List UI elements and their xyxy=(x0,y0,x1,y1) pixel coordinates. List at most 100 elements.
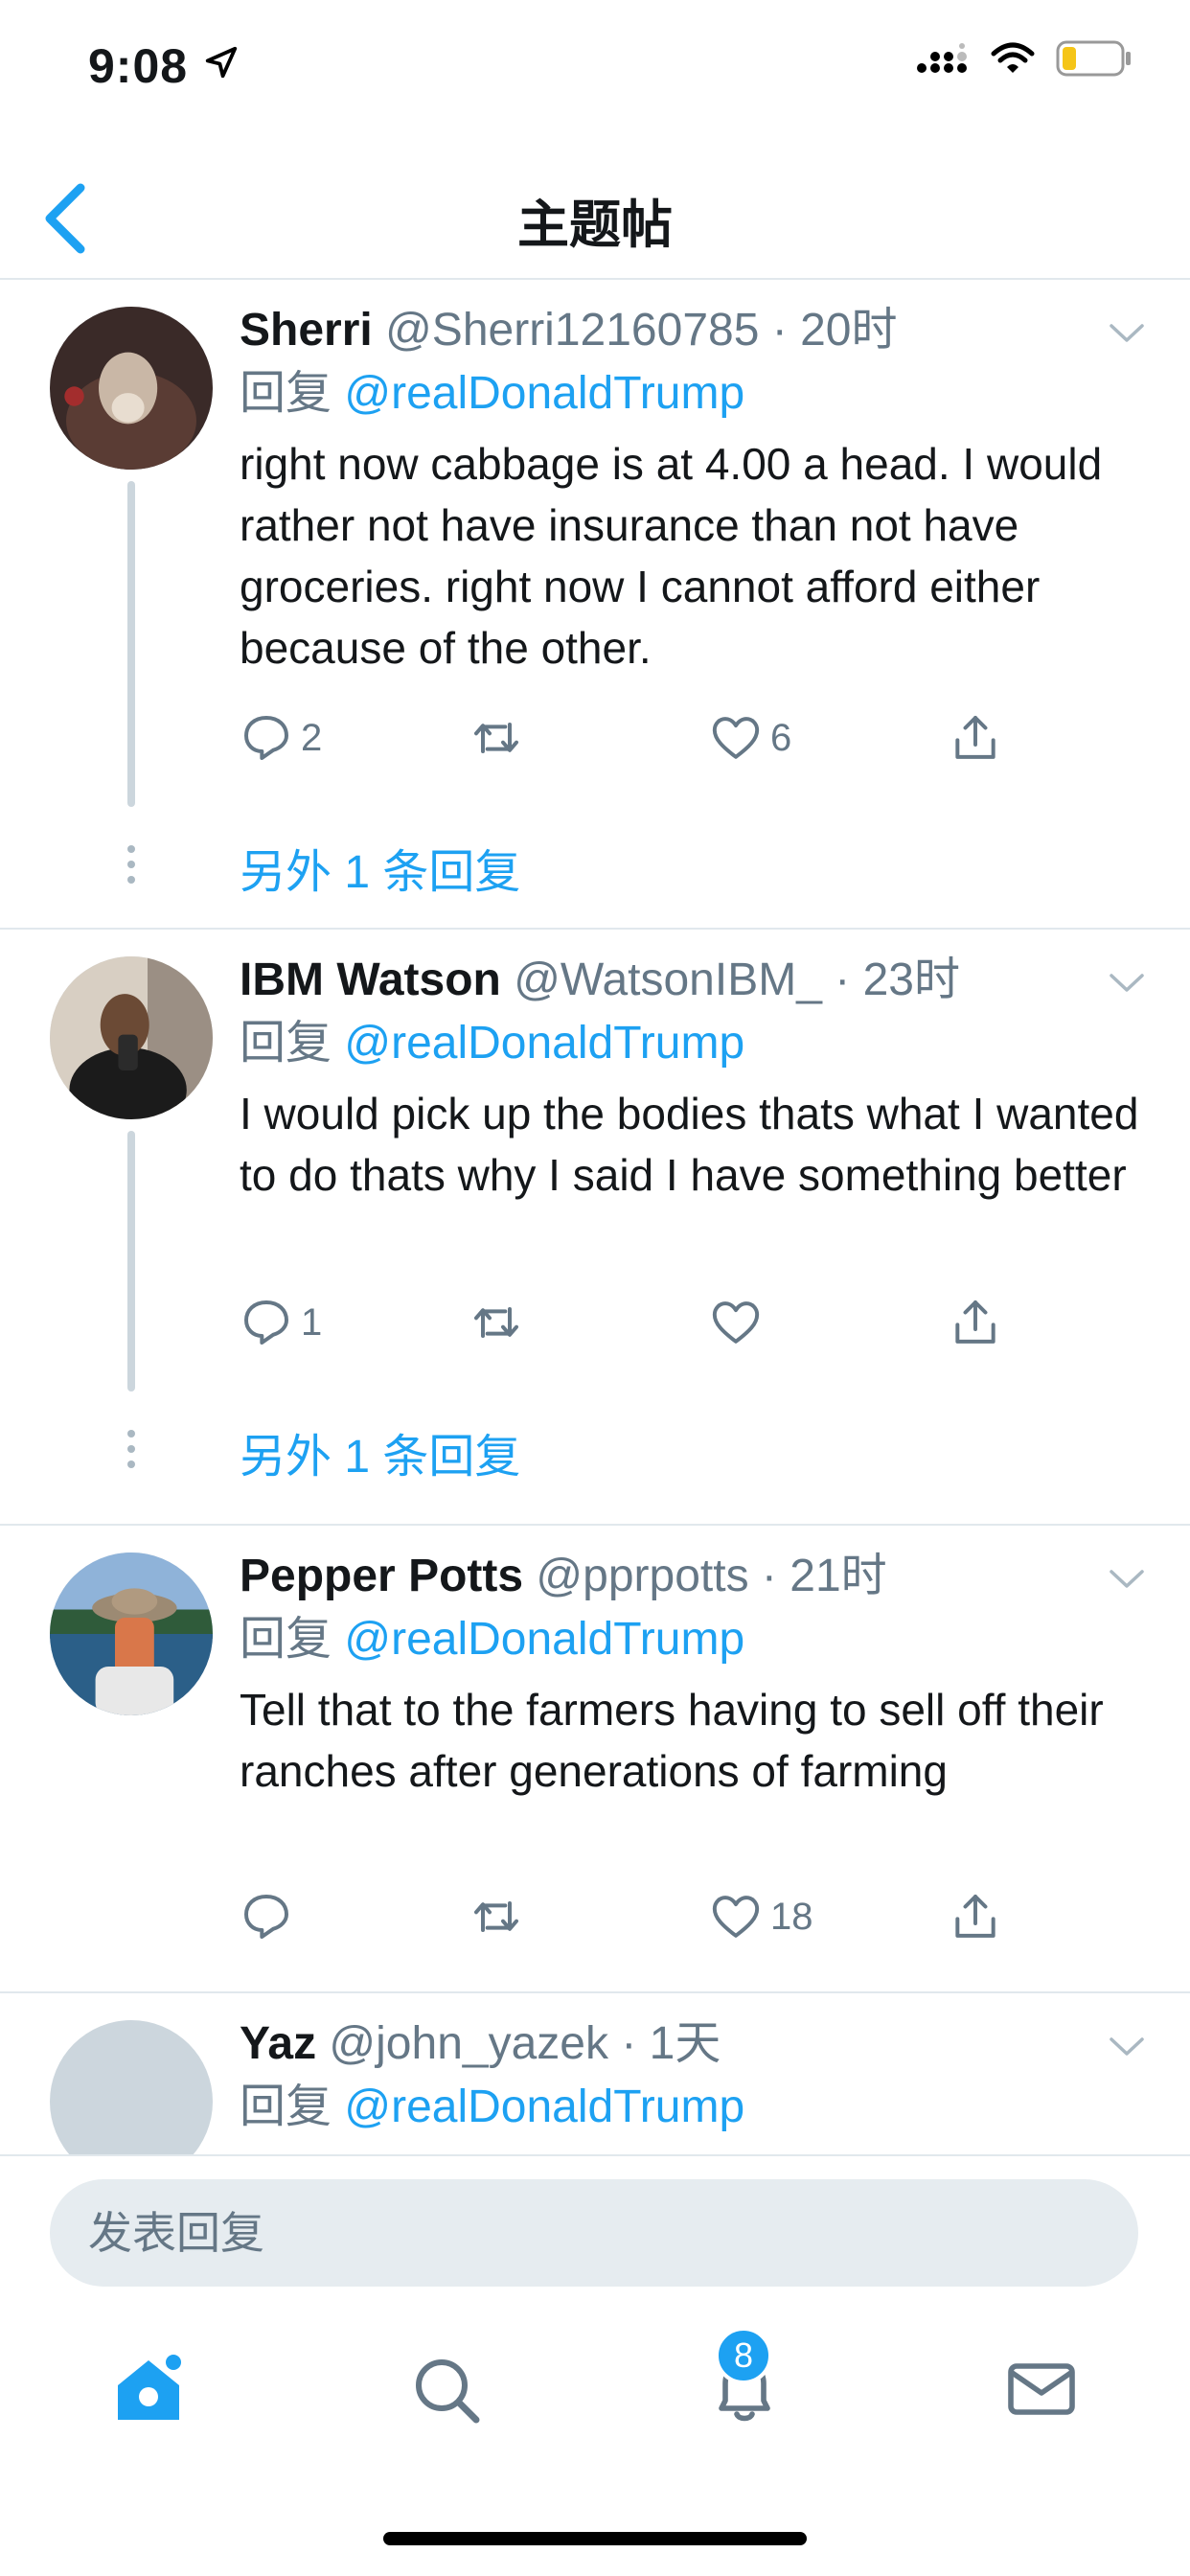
reply-icon xyxy=(244,1895,288,1939)
reply-prefix: 回复 xyxy=(240,368,332,419)
chevron-down-icon[interactable] xyxy=(1108,1568,1146,1591)
tweet-actions: 18 xyxy=(240,1890,1102,1957)
notifications-badge: 8 xyxy=(715,2327,772,2384)
thread-connector xyxy=(127,481,135,807)
heart-icon xyxy=(712,1301,760,1344)
tweet-content: Sherri @Sherri12160785 · 20时 回复 @realDon… xyxy=(240,299,1152,678)
page-title: 主题帖 xyxy=(517,196,673,254)
thread-connector xyxy=(127,1131,135,1392)
author-name[interactable]: Sherri xyxy=(240,305,373,356)
avatar[interactable] xyxy=(50,956,213,1119)
like-button[interactable] xyxy=(709,1296,770,1349)
reply-input[interactable] xyxy=(50,2179,1138,2287)
reply-button[interactable]: 2 xyxy=(240,711,322,765)
like-count: 18 xyxy=(770,1895,813,1938)
tweet-text: Tell that to the farmers having to sell … xyxy=(240,1685,1104,1796)
thread-more-dots xyxy=(125,845,138,891)
avatar[interactable] xyxy=(50,307,213,470)
battery-icon xyxy=(1056,40,1131,77)
reply-prefix: 回复 xyxy=(240,1614,332,1665)
retweet-icon xyxy=(474,1901,518,1932)
status-bar: 9:08 xyxy=(0,0,1190,126)
reply-context: 回复 @realDonaldTrump xyxy=(240,1012,1152,1075)
reply-context: 回复 @realDonaldTrump xyxy=(240,362,1152,426)
author-handle[interactable]: @Sherri12160785 xyxy=(385,305,759,356)
home-indicator xyxy=(383,2532,807,2545)
mention-link[interactable]: @realDonaldTrump xyxy=(344,368,744,419)
reply-count: 1 xyxy=(301,1300,323,1344)
heart-icon xyxy=(712,1896,760,1938)
retweet-button[interactable] xyxy=(469,1890,531,1944)
reply-button[interactable]: 1 xyxy=(240,1296,322,1349)
reply-count: 2 xyxy=(301,716,323,759)
tweet-item[interactable]: Yaz @john_yazek · 1天 回复 @realDonaldTrump xyxy=(0,1993,1190,2154)
tweet-time: 23时 xyxy=(862,954,960,1005)
wifi-icon xyxy=(991,42,1035,73)
more-replies-link[interactable]: 另外 1 条回复 xyxy=(240,834,520,901)
share-icon xyxy=(955,716,995,759)
tab-bar: 8 xyxy=(0,2298,1190,2490)
retweet-icon xyxy=(474,723,518,753)
search-icon xyxy=(416,2359,480,2424)
author-handle[interactable]: @john_yazek xyxy=(329,2018,608,2069)
author-handle[interactable]: @pprpotts xyxy=(536,1551,748,1601)
avatar[interactable] xyxy=(50,1552,213,1715)
tweet-item[interactable]: IBM Watson @WatsonIBM_ · 23时 回复 @realDon… xyxy=(0,930,1190,1526)
tweet-content: Yaz @john_yazek · 1天 回复 @realDonaldTrump xyxy=(240,2012,1152,2139)
share-button[interactable] xyxy=(949,711,1002,765)
retweet-button[interactable] xyxy=(469,1296,531,1349)
author-name[interactable]: Pepper Potts xyxy=(240,1551,523,1601)
tweet-time: 21时 xyxy=(790,1551,887,1601)
status-time: 9:08 xyxy=(88,39,189,93)
reply-button[interactable] xyxy=(240,1890,301,1944)
cellular-signal-icon xyxy=(917,43,967,73)
tweet-content: IBM Watson @WatsonIBM_ · 23时 回复 @realDon… xyxy=(240,949,1152,1206)
heart-icon xyxy=(712,717,760,759)
author-name[interactable]: Yaz xyxy=(240,2018,316,2069)
tweet-actions: 2 6 xyxy=(240,711,1102,778)
thread-more-dots xyxy=(125,1430,138,1476)
tab-search[interactable] xyxy=(393,2336,498,2442)
mention-link[interactable]: @realDonaldTrump xyxy=(344,1018,744,1069)
tweet-content: Pepper Potts @pprpotts · 21时 回复 @realDon… xyxy=(240,1545,1152,1802)
like-button[interactable]: 6 xyxy=(709,711,791,765)
share-icon xyxy=(955,1895,995,1938)
author-name[interactable]: IBM Watson xyxy=(240,954,501,1005)
reply-icon xyxy=(244,716,288,760)
navigation-bar: 主题帖 xyxy=(0,153,1190,280)
like-count: 6 xyxy=(770,716,792,759)
share-button[interactable] xyxy=(949,1296,1002,1349)
tab-home[interactable] xyxy=(96,2336,201,2442)
more-replies-link[interactable]: 另外 1 条回复 xyxy=(240,1418,520,1485)
tweet-item[interactable]: Sherri @Sherri12160785 · 20时 回复 @realDon… xyxy=(0,280,1190,930)
mention-link[interactable]: @realDonaldTrump xyxy=(344,1614,744,1665)
share-button[interactable] xyxy=(949,1890,1002,1944)
retweet-icon xyxy=(474,1307,518,1338)
thread-feed[interactable]: Sherri @Sherri12160785 · 20时 回复 @realDon… xyxy=(0,280,1190,2154)
reply-composer xyxy=(0,2154,1190,2298)
author-handle[interactable]: @WatsonIBM_ xyxy=(514,954,822,1005)
mail-icon xyxy=(1008,2363,1075,2415)
tweet-item[interactable]: Pepper Potts @pprpotts · 21时 回复 @realDon… xyxy=(0,1526,1190,1993)
retweet-button[interactable] xyxy=(469,711,531,765)
reply-context: 回复 @realDonaldTrump xyxy=(240,1608,1152,1671)
reply-prefix: 回复 xyxy=(240,1018,332,1069)
tweet-time: 20时 xyxy=(800,305,898,356)
tweet-time: 1天 xyxy=(649,2018,721,2069)
home-icon xyxy=(118,2355,181,2420)
avatar[interactable] xyxy=(50,2020,213,2154)
tweet-text: I would pick up the bodies thats what I … xyxy=(240,1089,1139,1200)
like-button[interactable]: 18 xyxy=(709,1890,813,1944)
chevron-down-icon[interactable] xyxy=(1108,2036,1146,2058)
tab-messages[interactable] xyxy=(989,2336,1094,2442)
status-indicators xyxy=(916,40,1133,77)
tweet-text: right now cabbage is at 4.00 a head. I w… xyxy=(240,439,1103,673)
chevron-down-icon[interactable] xyxy=(1108,972,1146,995)
reply-context: 回复 @realDonaldTrump xyxy=(240,2076,1152,2139)
chevron-down-icon[interactable] xyxy=(1108,322,1146,345)
mention-link[interactable]: @realDonaldTrump xyxy=(344,2082,744,2132)
reply-icon xyxy=(244,1300,288,1345)
location-arrow-icon xyxy=(205,46,238,79)
tweet-actions: 1 xyxy=(240,1296,1102,1363)
share-icon xyxy=(955,1300,995,1344)
